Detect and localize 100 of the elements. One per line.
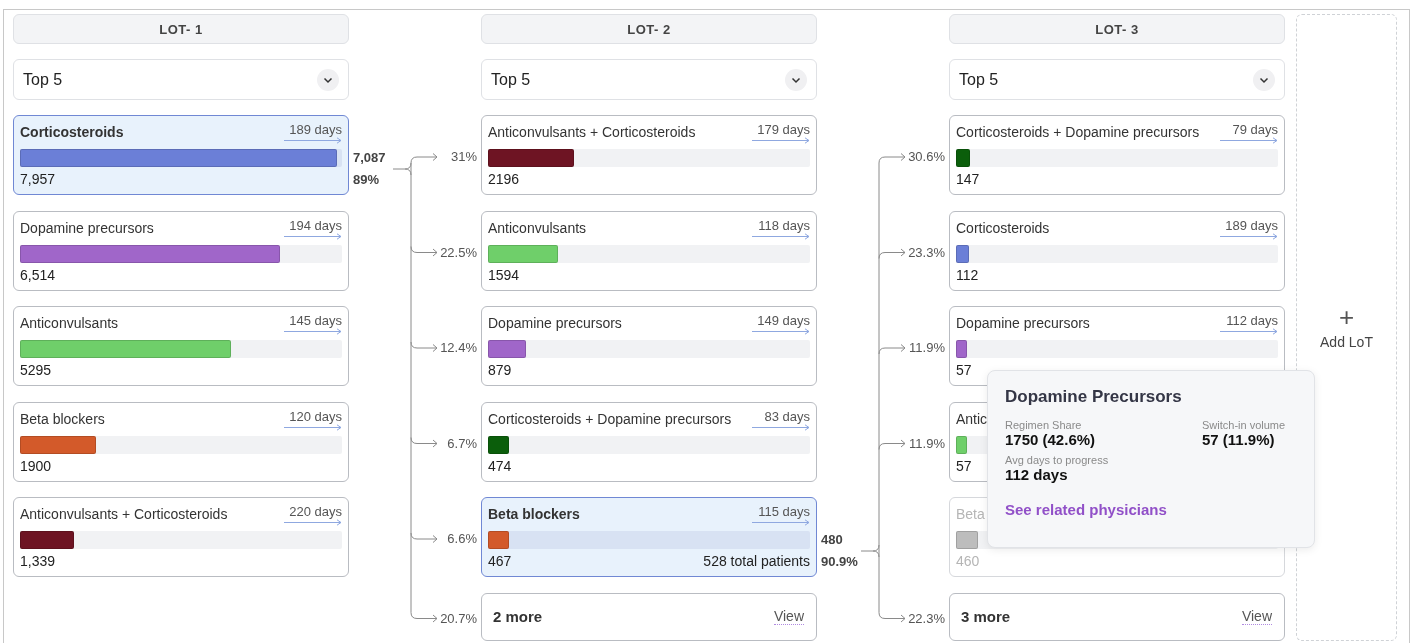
- view-link[interactable]: View: [1241, 608, 1272, 625]
- regimen-card[interactable]: Anticonvulsants + Corticosteroids 179 days 2196: [481, 115, 817, 195]
- chevron-down-icon: [317, 68, 339, 91]
- switch-percent: 22.5%: [440, 243, 477, 262]
- regimen-card[interactable]: Anticonvulsants 145 days 5295: [13, 306, 349, 386]
- view-link[interactable]: View: [773, 608, 804, 625]
- days-label: 189 days: [289, 122, 342, 137]
- field-value: 112 days: [1005, 466, 1069, 483]
- chevron-down-icon: [785, 68, 807, 91]
- regimen-name: Dopamine precursors: [956, 315, 1090, 331]
- days-label: 220 days: [289, 504, 342, 519]
- regimen-card[interactable]: Anticonvulsants 118 days 1594: [481, 210, 817, 291]
- lot-header: LOT- 1: [13, 14, 349, 44]
- patient-count: 7,957: [20, 171, 56, 187]
- regimen-card[interactable]: Dopamine precursors 149 days 879: [481, 306, 817, 386]
- switch-percent: 23.3%: [908, 243, 945, 262]
- patient-count: 1,339: [20, 553, 56, 569]
- patient-count: 112: [956, 266, 979, 283]
- regimen-card[interactable]: Anticonvulsants + Corticosteroids 220 days 1,339: [13, 497, 349, 577]
- filter-dropdown[interactable]: Top 5: [949, 59, 1285, 100]
- lot-header: LOT- 3: [949, 14, 1285, 44]
- arrow-icon: [1220, 328, 1278, 335]
- days-label: 145 days: [289, 313, 342, 328]
- switch-percent: 20.7%: [440, 609, 477, 628]
- arrow-icon: [752, 328, 810, 335]
- regimen-card[interactable]: Corticosteroids 189 days 7,957: [13, 115, 349, 195]
- patient-count: 57: [956, 457, 972, 474]
- patient-count: 57: [956, 362, 972, 378]
- arrow-icon: [284, 423, 342, 431]
- field-value: 1750 (42.6%): [1005, 431, 1097, 448]
- field-value: 57 (11.9%): [1202, 431, 1276, 448]
- arrow-icon: [284, 137, 342, 144]
- patient-count: 467: [488, 553, 512, 569]
- patient-count: 2196: [488, 171, 520, 187]
- arrow-icon: [752, 423, 810, 431]
- arrow-icon: [284, 328, 342, 335]
- days-label: 120 days: [289, 408, 342, 424]
- tooltip-title: Dopamine Precursors: [1005, 387, 1183, 407]
- regimen-card[interactable]: Beta blockers 115 days 467 528 total patients: [481, 497, 817, 577]
- patient-count: 474: [488, 457, 512, 474]
- patient-count: 460: [956, 553, 980, 569]
- lot-header: LOT- 2: [481, 14, 817, 44]
- switch-percent: 6.7%: [447, 434, 477, 453]
- switch-percent: 31%: [450, 148, 477, 166]
- switch-percent: 11.9%: [909, 339, 945, 357]
- arrow-icon: [752, 137, 810, 144]
- days-label: 83 days: [764, 408, 810, 424]
- regimen-name: Anticonvulsants: [488, 219, 587, 236]
- regimen-name: Corticosteroids + Dopamine precursors: [956, 124, 1200, 140]
- physicians-link[interactable]: See related physicians: [1005, 501, 1167, 518]
- flow-share: 89%: [353, 171, 380, 189]
- regimen-name: Anticonvulsants: [20, 315, 119, 331]
- regimen-name: Dopamine precursors: [488, 315, 622, 331]
- days-label: 112 days: [1226, 313, 1278, 328]
- patient-count: 879: [488, 362, 512, 378]
- switch-percent: 11.9%: [909, 434, 945, 453]
- regimen-name: Corticosteroids: [20, 124, 124, 140]
- regimen-name: Corticosteroids: [956, 219, 1050, 236]
- patient-count: 6,514: [20, 266, 56, 283]
- arrow-icon: [752, 232, 810, 240]
- filter-dropdown[interactable]: Top 5: [481, 59, 817, 100]
- days-label: 194 days: [289, 217, 342, 233]
- flow-count: 480: [821, 531, 843, 549]
- regimen-name: Corticosteroids + Dopamine precursors: [488, 410, 732, 427]
- patient-count: 1900: [20, 457, 52, 474]
- more-count: 3 more: [961, 608, 1011, 625]
- arrow-icon: [284, 519, 342, 526]
- regimen-name: Beta: [956, 506, 985, 522]
- switch-percent: 6.6%: [447, 530, 477, 548]
- field-label: Switch-in volume: [1202, 419, 1287, 431]
- switch-percent: 22.3%: [908, 609, 945, 628]
- arrow-icon: [752, 519, 810, 526]
- filter-dropdown[interactable]: Top 5: [13, 59, 349, 100]
- regimen-name: Beta blockers: [488, 506, 580, 522]
- more-count: 2 more: [493, 608, 543, 625]
- arrow-icon: [284, 232, 342, 240]
- switch-percent: 12.4%: [440, 339, 477, 357]
- days-label: 115 days: [758, 504, 810, 519]
- arrow-icon: [1220, 232, 1278, 240]
- field-label: Avg days to progress: [1005, 454, 1110, 466]
- regimen-card[interactable]: Corticosteroids + Dopamine precursors 83 days 474: [481, 401, 817, 482]
- regimen-card[interactable]: Corticosteroids 189 days 112: [949, 210, 1285, 291]
- regimen-card[interactable]: Beta blockers 120 days 1900: [13, 401, 349, 482]
- regimen-name: Antic: [956, 410, 988, 427]
- regimen-card[interactable]: Corticosteroids + Dopamine precursors 79 days 147: [949, 115, 1285, 195]
- arrow-icon: [1220, 137, 1278, 144]
- switch-percent: 30.6%: [908, 148, 945, 166]
- field-label: Regimen Share: [1005, 419, 1083, 431]
- regimen-card[interactable]: Dopamine precursors 194 days 6,514: [13, 210, 349, 291]
- patient-count: 5295: [20, 362, 52, 378]
- regimen-name: Anticonvulsants + Corticosteroids: [20, 506, 228, 522]
- patient-count: 1594: [488, 266, 520, 283]
- days-label: 118 days: [758, 217, 810, 233]
- add-lot-button[interactable]: + Add LoT: [1296, 14, 1397, 641]
- days-label: 149 days: [757, 313, 810, 328]
- patient-count: 147: [956, 171, 980, 187]
- regimen-name: Anticonvulsants + Corticosteroids: [488, 124, 696, 140]
- total-patients: 528 total patients: [703, 553, 810, 569]
- flow-share: 90.9%: [821, 553, 858, 571]
- days-label: 179 days: [757, 122, 810, 137]
